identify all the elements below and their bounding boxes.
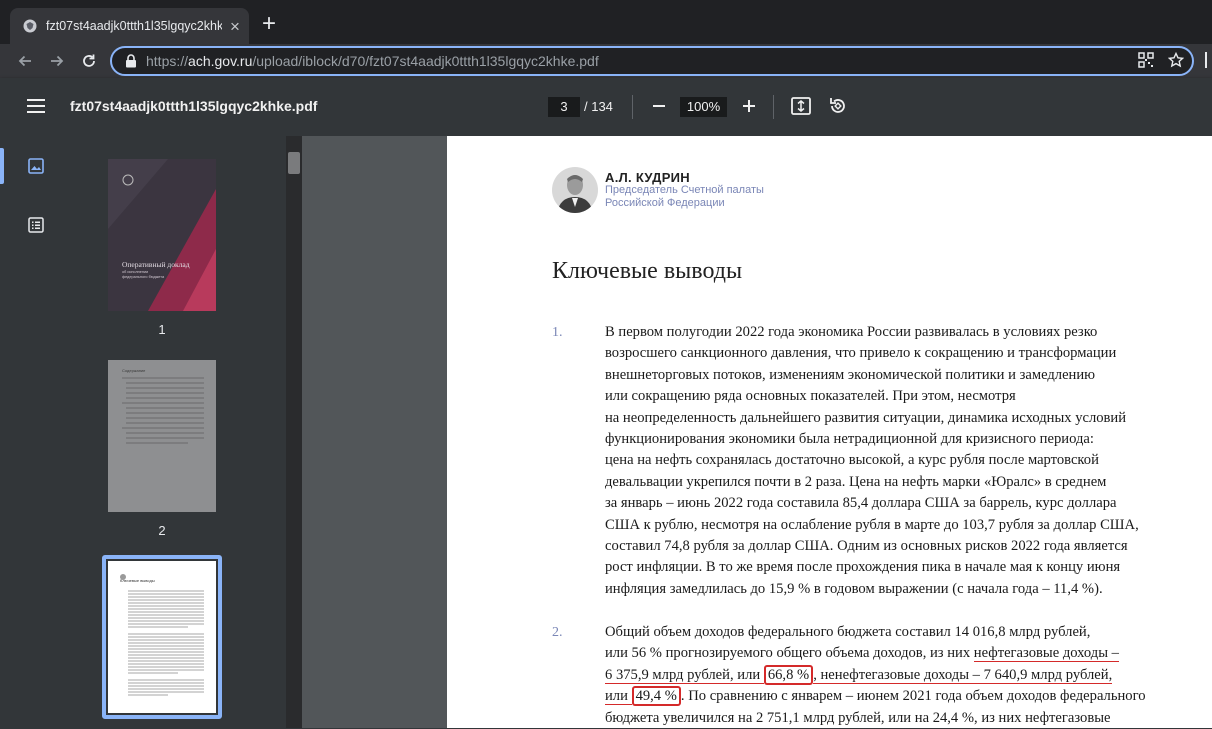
scrollbar-thumb[interactable] (288, 152, 300, 174)
thumb-text-lines (128, 590, 204, 696)
zoom-out-button[interactable] (650, 96, 668, 116)
paragraph-line: составил 74,8 рубля за доллар США. Одним… (605, 538, 1128, 555)
paragraph-line: 6 375,9 млрд рублей, или 66,8 %, ненефте… (605, 664, 1185, 686)
author-photo (552, 167, 598, 213)
document-viewport[interactable]: А.Л. КУДРИН Председатель Счетной палаты … (302, 136, 1212, 728)
paragraph-1: В первом полугодии 2022 года экономика Р… (605, 322, 1185, 600)
page-number-input[interactable]: 3 (548, 97, 580, 117)
thumbnail-page-2[interactable]: Содержание (108, 360, 216, 512)
thumbnail-page-1[interactable]: Оперативный доклад об исполнении федерал… (108, 159, 216, 311)
reload-button[interactable] (78, 50, 100, 72)
toolbar-divider (773, 95, 774, 119)
lock-icon (116, 54, 146, 68)
highlight-box: 66,8 % (763, 664, 814, 685)
image-icon (28, 158, 44, 174)
emblem-favicon-icon (22, 18, 38, 34)
paragraph-line: Общий объем доходов федерального бюджета… (605, 624, 1091, 640)
paragraph-line: В первом полугодии 2022 года экономика Р… (605, 324, 1098, 340)
thumbnail-label-2: 2 (158, 523, 166, 538)
rotate-icon (830, 98, 845, 113)
author-role-line-2: Российской Федерации (605, 196, 725, 209)
paragraph-line: бюджета увеличился на 2 751,1 млрд рубле… (605, 709, 1111, 726)
fit-page-icon (791, 97, 811, 115)
paragraph-line: функционирования экономики была нетрадиц… (605, 431, 1094, 448)
cover-title: Оперативный доклад (122, 260, 190, 269)
browser-tab-bar: fzt07st4aadjk0ttth1l35lgqyc2khke.pdf × + (0, 0, 1212, 44)
thumbnail-label-1: 1 (158, 322, 166, 337)
author-name: А.Л. КУДРИН (605, 170, 690, 185)
toc-lines (122, 377, 204, 444)
author-role: Председатель Счетной палаты Российской Ф… (605, 184, 764, 209)
zoom-level-input[interactable]: 100% (680, 97, 727, 117)
highlight-underline: или (605, 688, 632, 706)
paragraph-line: цена на нефть сохранялась достаточно выс… (605, 452, 1099, 469)
paragraph-line: инфляция замедлилась до 15,9 % в годовом… (605, 580, 1103, 597)
hamburger-menu-icon[interactable] (27, 99, 45, 118)
paragraph-line: рост инфляции. В то же время после прохо… (605, 559, 1121, 576)
paragraph-line: девальвации укрепился почти в 2 раза. Це… (605, 473, 1107, 490)
thumbnail-scrollbar[interactable] (286, 136, 302, 728)
active-indicator (0, 148, 4, 184)
menu-edge-icon[interactable] (1205, 52, 1211, 73)
highlight-underline: нефтегазовые доходы – (973, 645, 1119, 663)
url-scheme: https:// (146, 53, 189, 69)
paragraph-line: или 49,4 %. По сравнению с январем – июн… (605, 686, 1185, 707)
tab-title: fzt07st4aadjk0ttth1l35lgqyc2khke.pdf (46, 19, 222, 33)
pdf-toolbar: fzt07st4aadjk0ttth1l35lgqyc2khke.pdf 3 /… (0, 78, 1212, 136)
highlight-underline: ненефтегазовые доходы – 7 640,9 млрд руб… (816, 666, 1113, 684)
text-run: . По сравнению с январем – июнем 2021 го… (680, 688, 1146, 705)
forward-button[interactable] (46, 50, 68, 72)
plus-icon (743, 100, 755, 112)
back-button[interactable] (14, 50, 36, 72)
paragraph-line: за январь – июнь 2022 года составила 85,… (605, 495, 1117, 512)
url-text: https://ach.gov.ru/upload/iblock/d70/fzt… (146, 53, 599, 69)
pdf-page-3: А.Л. КУДРИН Председатель Счетной палаты … (447, 136, 1212, 728)
author-role-line-1: Председатель Счетной палаты (605, 184, 764, 196)
fit-to-page-button[interactable] (790, 96, 812, 121)
browser-toolbar: https://ach.gov.ru/upload/iblock/d70/fzt… (0, 44, 1212, 78)
highlight-underline: 6 375,9 млрд рублей, или (605, 666, 764, 684)
address-bar[interactable]: https://ach.gov.ru/upload/iblock/d70/fzt… (110, 46, 1194, 76)
paragraph-line: на неопределенность дальнейшего развития… (605, 409, 1127, 426)
new-tab-button[interactable]: + (262, 12, 276, 36)
paragraph-line: возросшего санкционного давления, что пр… (605, 345, 1117, 362)
thumbnail-panel: Оперативный доклад об исполнении федерал… (72, 136, 286, 728)
tab-close-icon[interactable]: × (230, 18, 240, 35)
paragraph-line: или сокращению ряда основных показателей… (605, 388, 1016, 405)
reload-icon (83, 54, 95, 67)
rotate-button[interactable] (828, 96, 848, 121)
highlight-box: 49,4 % (631, 686, 681, 707)
page-heading: Ключевые выводы (552, 258, 743, 284)
list-icon (28, 217, 44, 233)
bookmark-star-icon[interactable] (1167, 51, 1185, 73)
page-total: / 134 (584, 99, 613, 114)
toolbar-divider (632, 95, 633, 119)
paragraph-2: Общий объем доходов федерального бюджета… (605, 622, 1185, 729)
emblem-icon (122, 173, 134, 191)
url-path: /upload/iblock/d70/fzt07st4aadjk0ttth1l3… (252, 53, 599, 69)
paragraph-line: США к рублю, несмотря на ослабление рубл… (605, 516, 1139, 533)
qr-code-icon[interactable] (1138, 52, 1154, 73)
item-number-1: 1. (552, 325, 563, 340)
arrow-left-icon (18, 55, 31, 67)
paragraph-line: внешнеторговых потоков, изменениям эконо… (605, 366, 1096, 383)
pdf-filename: fzt07st4aadjk0ttth1l35lgqyc2khke.pdf (70, 98, 318, 114)
arrow-right-icon (51, 55, 64, 67)
url-host: ach.gov.ru (188, 53, 253, 69)
thumbnails-view-button[interactable] (24, 154, 48, 178)
paragraph-line: или 56 % прогнозируемого общего объема д… (605, 643, 1185, 664)
zoom-in-button[interactable] (740, 96, 758, 116)
thumbnail-page-3[interactable]: Ключевые выводы (108, 561, 216, 713)
text-run: или 56 % прогнозируемого общего объема д… (605, 645, 974, 662)
minus-icon (653, 105, 665, 107)
cover-sub1: об исполнении (122, 270, 149, 274)
cover-sub2: федерального бюджета (122, 275, 165, 279)
browser-tab[interactable]: fzt07st4aadjk0ttth1l35lgqyc2khke.pdf × (10, 8, 249, 44)
outline-view-button[interactable] (24, 213, 48, 237)
item-number-2: 2. (552, 625, 563, 640)
